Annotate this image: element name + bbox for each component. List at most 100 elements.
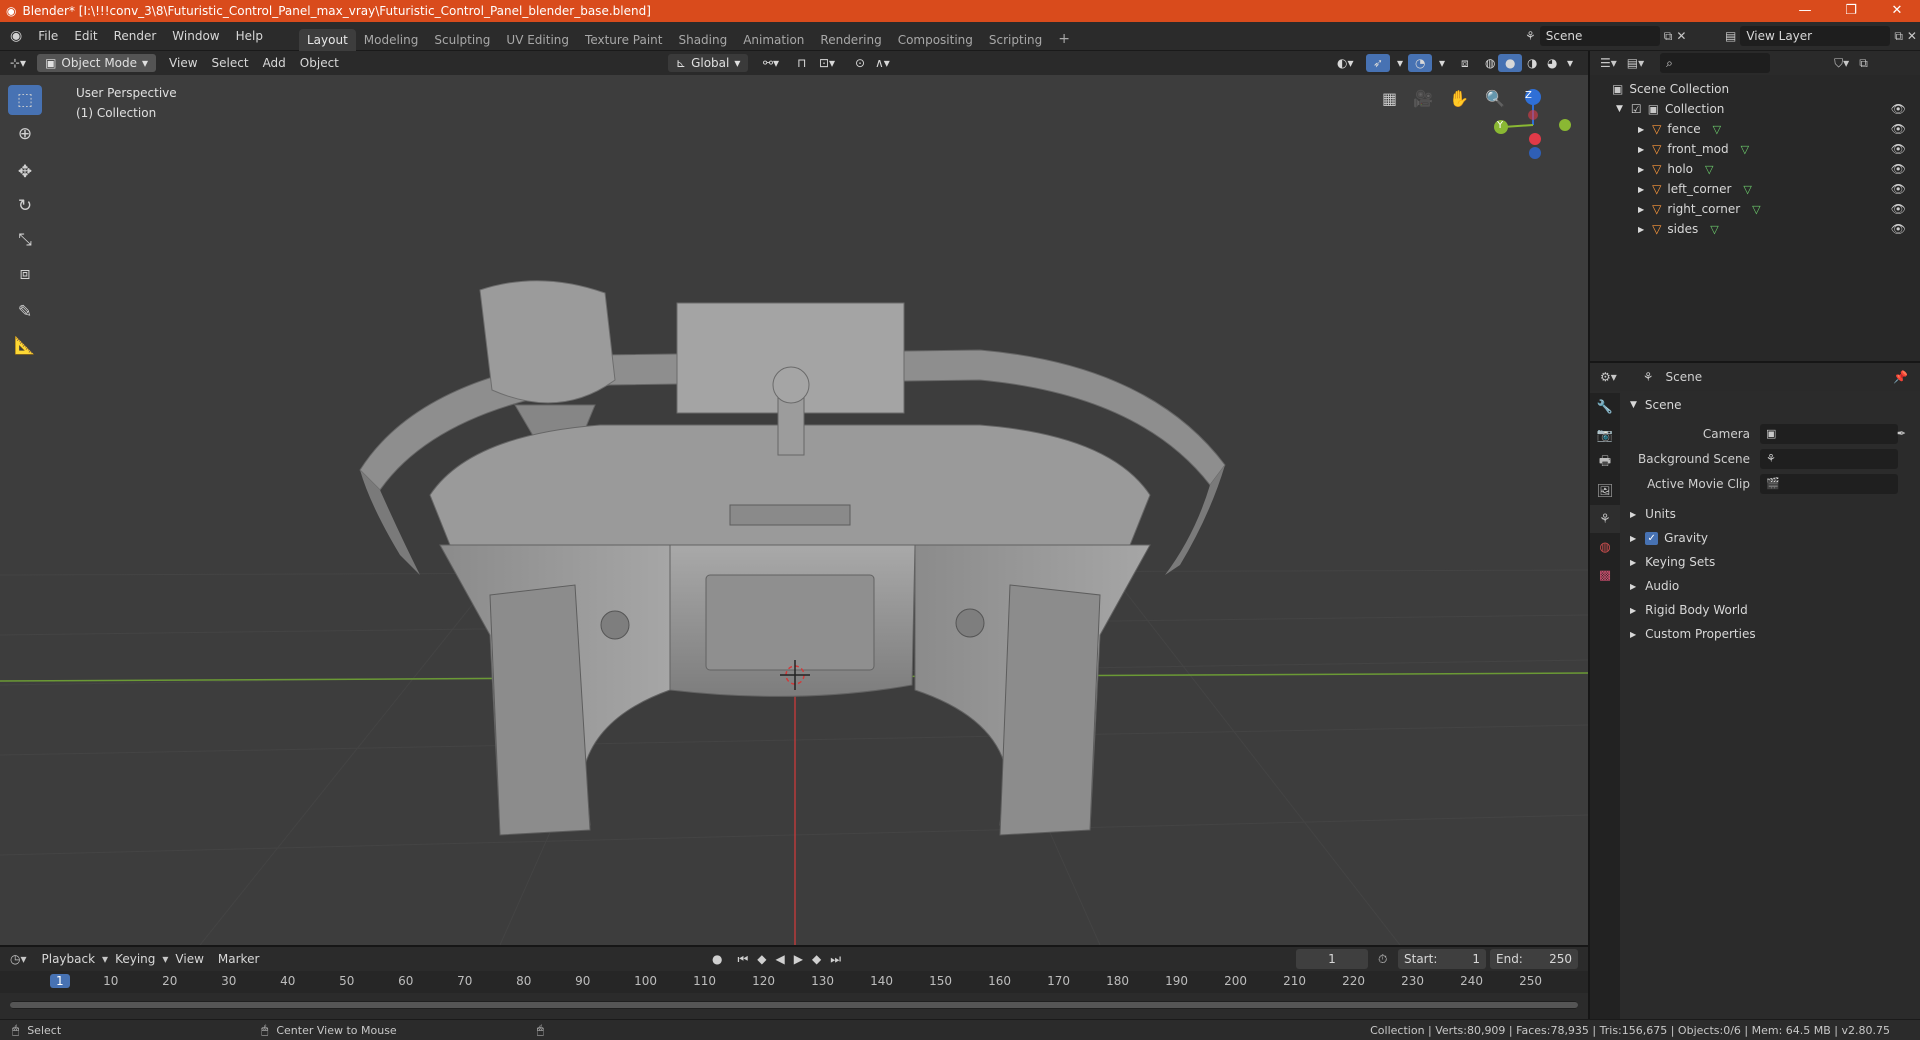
menu-render[interactable]: Render — [106, 29, 165, 43]
xray-icon[interactable]: ⧈ — [1454, 54, 1476, 73]
overlay-toggle-icon[interactable]: ◔ — [1408, 54, 1433, 72]
keying-sets-panel[interactable]: ▶ Keying Sets — [1620, 550, 1920, 574]
restore-button[interactable]: ❐ — [1828, 0, 1874, 22]
expand-triangle-icon[interactable]: ▶ — [1638, 145, 1644, 154]
close-button[interactable]: ✕ — [1874, 0, 1920, 22]
camera-field[interactable]: ▣ ✒ — [1760, 423, 1906, 444]
expand-triangle-icon[interactable]: ▶ — [1638, 125, 1644, 134]
timeline-scrollbar[interactable] — [10, 1001, 1578, 1009]
transform-tool[interactable]: ⧈ — [8, 259, 42, 289]
mesh-data-icon[interactable]: ▽ — [1713, 123, 1721, 136]
prev-keyframe-icon[interactable]: ◆ — [757, 952, 766, 967]
expand-triangle-icon[interactable]: ▶ — [1638, 205, 1644, 214]
blender-menu-icon[interactable]: ◉ — [0, 28, 30, 44]
tab-output[interactable]: 🖶 — [1590, 449, 1620, 477]
expand-triangle-icon[interactable]: ▼ — [1616, 104, 1623, 114]
zoom-icon[interactable]: 🔍 — [1485, 89, 1505, 108]
outliner-object-row[interactable]: ▶ ▽ front_mod ▽ 👁 — [1590, 139, 1920, 159]
cursor-tool[interactable]: ⊕ — [8, 119, 42, 149]
audio-panel[interactable]: ▶ Audio — [1620, 574, 1920, 598]
3d-viewport[interactable]: ⬚ ⊕ ✥ ↻ ⤡ ⧈ ✎ 📐 User Perspective (1) Col… — [0, 75, 1588, 945]
scene-icon[interactable]: ⚘ — [1525, 29, 1536, 43]
eyedropper-icon[interactable]: ✒ — [1897, 427, 1906, 440]
snap-target-icon[interactable]: ⊡▾ — [812, 54, 842, 72]
expand-triangle-icon[interactable]: ▶ — [1638, 165, 1644, 174]
outliner-collection[interactable]: ▼ ☑ ▣ Collection 👁 — [1590, 99, 1920, 119]
scrollbar-thumb[interactable] — [10, 1002, 1578, 1008]
outliner-object-row[interactable]: ▶ ▽ fence ▽ 👁 — [1590, 119, 1920, 139]
tab-scripting[interactable]: Scripting — [981, 29, 1050, 51]
menu-object[interactable]: Object — [293, 54, 346, 72]
eye-icon[interactable]: 👁 — [1891, 102, 1906, 116]
outliner-object-row[interactable]: ▶ ▽ holo ▽ 👁 — [1590, 159, 1920, 179]
pan-hand-icon[interactable]: ✋ — [1449, 89, 1469, 108]
eye-icon[interactable]: 👁 — [1891, 202, 1906, 216]
current-frame-field[interactable]: 1 — [1296, 949, 1368, 969]
timeline-editor-icon[interactable]: ◷▾ — [10, 952, 27, 966]
tab-view-layer[interactable]: 🖼 — [1590, 477, 1620, 505]
record-icon[interactable]: ● — [712, 952, 722, 967]
tab-world[interactable]: ◍ — [1590, 533, 1620, 561]
tab-render[interactable]: 📷 — [1590, 421, 1620, 449]
view-layer-icon[interactable]: ▤ — [1725, 29, 1736, 43]
gizmo-toggle-icon[interactable]: ➶ — [1366, 54, 1391, 72]
stopwatch-icon[interactable]: ⏱ — [1378, 952, 1387, 967]
tab-tool[interactable]: 🔧 — [1590, 393, 1620, 421]
custom-properties-panel[interactable]: ▶ Custom Properties — [1620, 622, 1920, 646]
new-view-layer-icon[interactable]: ⧉ — [1894, 29, 1903, 44]
outliner-object-row[interactable]: ▶ ▽ right_corner ▽ 👁 — [1590, 199, 1920, 219]
tab-shading[interactable]: Shading — [670, 29, 735, 51]
measure-tool[interactable]: 📐 — [8, 331, 42, 361]
menu-add[interactable]: Add — [256, 54, 293, 72]
units-panel[interactable]: ▶ Units — [1620, 502, 1920, 526]
play-icon[interactable]: ▶ — [794, 952, 803, 967]
expand-triangle-icon[interactable]: ▶ — [1638, 185, 1644, 194]
tab-scene[interactable]: ⚘ — [1590, 505, 1620, 533]
background-scene-field[interactable]: ⚘ — [1760, 448, 1898, 469]
tab-texture[interactable]: ▩ — [1590, 561, 1620, 589]
menu-edit[interactable]: Edit — [66, 29, 105, 43]
mesh-data-icon[interactable]: ▽ — [1705, 163, 1713, 176]
outliner-search-input[interactable]: ⌕ — [1660, 53, 1771, 73]
scene-panel-header[interactable]: ▼ Scene — [1620, 393, 1920, 417]
annotate-tool[interactable]: ✎ — [8, 297, 42, 327]
select-box-tool[interactable]: ⬚ — [8, 85, 42, 115]
gravity-panel[interactable]: ▶ ✓ Gravity — [1620, 526, 1920, 550]
tab-rendering[interactable]: Rendering — [812, 29, 889, 51]
menu-file[interactable]: File — [30, 29, 66, 43]
mesh-data-icon[interactable]: ▽ — [1741, 143, 1749, 156]
outliner-scene-collection[interactable]: ▣ Scene Collection — [1590, 79, 1920, 99]
jump-start-icon[interactable]: ⏮ — [737, 952, 748, 967]
tab-sculpting[interactable]: Sculpting — [426, 29, 498, 51]
rotate-tool[interactable]: ↻ — [8, 191, 42, 221]
transform-orientation-dropdown[interactable]: ⊾ Global ▾ — [668, 54, 749, 72]
editor-type-icon[interactable]: ⊹▾ — [0, 54, 33, 72]
tab-uv-editing[interactable]: UV Editing — [498, 29, 577, 51]
delete-scene-icon[interactable]: ✕ — [1676, 29, 1686, 43]
gravity-checkbox[interactable]: ✓ — [1645, 531, 1659, 545]
eye-icon[interactable]: 👁 — [1891, 182, 1906, 196]
outliner-editor-icon[interactable]: ☰▾ — [1600, 56, 1617, 70]
tab-modeling[interactable]: Modeling — [356, 29, 427, 51]
menu-help[interactable]: Help — [228, 29, 271, 43]
jump-end-icon[interactable]: ⏭ — [830, 952, 841, 967]
frame-ruler[interactable]: 1 10 20 30 40 50 60 70 80 90 100 110 120 130 140 150 160… — [0, 971, 1588, 993]
view-layer-selector[interactable]: View Layer — [1740, 26, 1891, 46]
new-scene-icon[interactable]: ⧉ — [1664, 29, 1673, 44]
minimize-button[interactable]: — — [1782, 0, 1828, 22]
falloff-icon[interactable]: ∧▾ — [868, 54, 897, 72]
menu-timeline-view[interactable]: View — [168, 950, 210, 968]
next-keyframe-icon[interactable]: ◆ — [812, 952, 821, 967]
checkbox-icon[interactable]: ☑ — [1631, 102, 1642, 116]
camera-icon[interactable]: 🎥 — [1413, 89, 1433, 108]
toggle-camera-view-icon[interactable]: ▦ — [1382, 89, 1397, 108]
tab-layout[interactable]: Layout — [298, 28, 356, 51]
mesh-data-icon[interactable]: ▽ — [1752, 203, 1760, 216]
rigid-body-world-panel[interactable]: ▶ Rigid Body World — [1620, 598, 1920, 622]
eye-icon[interactable]: 👁 — [1891, 122, 1906, 136]
expand-triangle-icon[interactable]: ▶ — [1638, 225, 1644, 234]
move-tool[interactable]: ✥ — [8, 157, 42, 187]
scene-selector[interactable]: Scene — [1539, 26, 1660, 46]
shading-dropdown-icon[interactable]: ▾ — [1560, 54, 1580, 72]
end-frame-field[interactable]: End: 250 — [1490, 949, 1578, 969]
